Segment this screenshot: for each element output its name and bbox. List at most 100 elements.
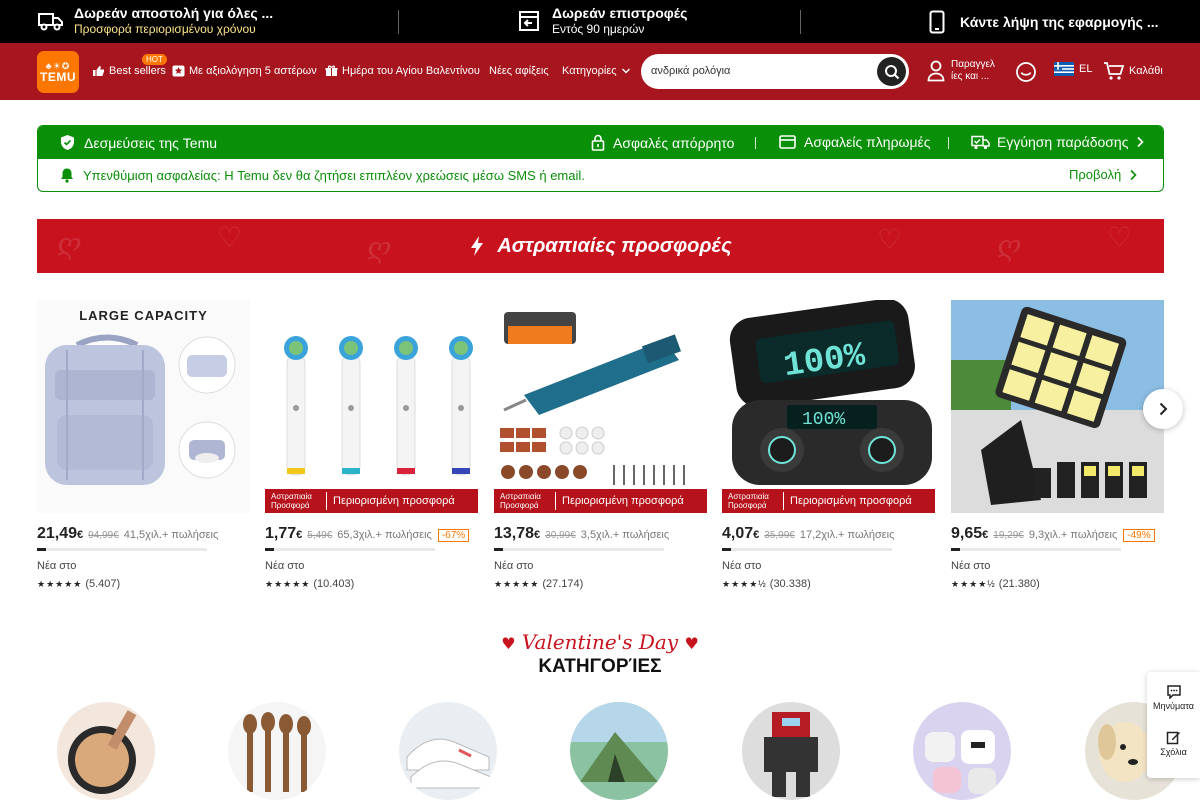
- rating: ★★★★½ (30.338): [722, 578, 935, 590]
- price: 21,49€: [37, 525, 83, 543]
- support-icon[interactable]: [1015, 61, 1037, 83]
- price: 4,07€: [722, 525, 759, 543]
- old-price: 19,29€: [993, 530, 1024, 541]
- price: 9,65€: [951, 525, 988, 543]
- new-in-label: Νέα στο: [494, 560, 534, 572]
- robot-toy-image: [764, 712, 818, 797]
- secure-payments[interactable]: Ασφαλείς πληρωμές: [779, 134, 931, 150]
- currency: €: [753, 529, 760, 541]
- old-price: 94,99€: [88, 530, 119, 541]
- flash-deals-banner[interactable]: ღ ♡ ღ ♡ ღ ♡ Αστραπιαίες προσφορές: [37, 219, 1164, 273]
- category-item-toys[interactable]: [742, 702, 840, 800]
- nav-categories[interactable]: Κατηγορίες: [562, 65, 635, 77]
- category-item-electronics[interactable]: [913, 702, 1011, 800]
- delivery-check-icon: [971, 135, 990, 149]
- price-row: 4,07€ 35,99€ 17,2χιλ.+ πωλήσεις: [722, 525, 935, 543]
- progress-fill: [265, 548, 274, 551]
- new-in-label: Νέα στο: [265, 560, 305, 572]
- search-input[interactable]: [651, 62, 871, 80]
- promo-divider: [398, 10, 399, 34]
- trust-banner: Δεσμεύσεις της Temu Ασφαλές απόρρητο Ασφ…: [37, 125, 1164, 192]
- product-card[interactable]: Αστραπιαία Προσφορά Περιορισμένη προσφορ…: [265, 300, 478, 590]
- trust-separator: [948, 137, 949, 149]
- price: 1,77€: [265, 525, 302, 543]
- tent-image: [570, 702, 668, 782]
- sold-count: 17,2χιλ.+ πωλήσεις: [799, 529, 895, 541]
- flash-deals-title: Αστραπιαίες προσφορές: [37, 219, 1164, 273]
- stars-icon: ★★★★½: [722, 578, 767, 589]
- product-image[interactable]: Αστραπιαία Προσφορά Περιορισμένη προσφορ…: [265, 300, 478, 513]
- product-image[interactable]: [951, 300, 1164, 513]
- product-card[interactable]: LARGE CAPACITY 21,49€ 94,99€ 41,5χιλ.+ π…: [37, 300, 250, 590]
- language-selector[interactable]: EL: [1054, 62, 1092, 76]
- orders-account[interactable]: Παραγγελ ίες και ...: [927, 59, 1001, 83]
- star-badge-icon: [172, 65, 185, 77]
- categories-title: ΚΑΤΗΓΟΡΊΕΣ: [538, 656, 662, 677]
- delivery-guarantee[interactable]: Εγγύηση παράδοσης: [971, 134, 1145, 150]
- progress-fill: [37, 548, 46, 551]
- progress-fill: [951, 548, 960, 551]
- nav-five-star[interactable]: Με αξιολόγηση 5 αστέρων: [172, 65, 317, 77]
- sold-count: 3,5χιλ.+ πωλήσεις: [580, 529, 670, 541]
- chevron-right-icon: [1159, 402, 1168, 416]
- category-item-cosmetics[interactable]: [57, 702, 155, 800]
- product-image[interactable]: 100% 100% Αστραπιαία Προσφορά Περιορισμέ…: [722, 300, 935, 513]
- nav-valentines[interactable]: Ημέρα του Αγίου Βαλεντίνου: [325, 65, 480, 77]
- search-button[interactable]: [877, 57, 906, 86]
- free-returns-promo[interactable]: Δωρεάν επιστροφές Εντός 90 ημερών: [516, 5, 687, 37]
- review-count: (30.338): [769, 578, 811, 590]
- secure-privacy[interactable]: Ασφαλές απόρρητο: [591, 134, 734, 151]
- nav-label: Νέες αφίξεις: [489, 65, 549, 77]
- temu-logo[interactable]: ♣☀✪ TEMU: [37, 51, 79, 93]
- heart-icon: ♥: [501, 634, 516, 653]
- review-count: (27.174): [542, 578, 584, 590]
- messages-button[interactable]: Μηνύματα: [1147, 684, 1200, 711]
- nav-new-arrivals[interactable]: Νέες αφίξεις: [489, 65, 549, 77]
- chat-icon: [1166, 685, 1181, 700]
- price-value: 13,78: [494, 525, 535, 542]
- carousel-next-button[interactable]: [1143, 389, 1183, 429]
- price-row: 21,49€ 94,99€ 41,5χιλ.+ πωλήσεις: [37, 525, 250, 543]
- sales-progress-bar: [494, 548, 664, 551]
- feedback-button[interactable]: Σχόλια: [1147, 730, 1200, 757]
- new-in-label: Νέα στο: [951, 560, 991, 572]
- free-shipping-promo[interactable]: Δωρεάν αποστολή για όλες ... Προσφορά πε…: [38, 5, 273, 37]
- security-reminder-text: Υπενθύμιση ασφαλείας: Η Temu δεν θα ζητή…: [83, 167, 585, 183]
- valentines-script-title: ♥ Valentine's Day ♥: [490, 630, 710, 656]
- side-panel: Μηνύματα Σχόλια: [1147, 672, 1200, 778]
- temu-commitments[interactable]: Δεσμεύσεις της Temu: [60, 134, 217, 151]
- sold-count: 9,3χιλ.+ πωλήσεις: [1028, 529, 1118, 541]
- flash-tag-label: Αστραπιαία Προσφορά: [722, 492, 784, 510]
- nav-label: Με αξιολόγηση 5 αστέρων: [189, 65, 317, 77]
- discount-badge: -49%: [1123, 529, 1155, 542]
- main-header: ♣☀✪ TEMU HOT Best sellers Με αξιολόγηση …: [0, 43, 1200, 100]
- view-reminder-button[interactable]: Προβολή: [1069, 167, 1138, 182]
- greece-flag-icon: [1054, 62, 1074, 76]
- backpack-illustration: [45, 334, 236, 485]
- review-count: (10.403): [313, 578, 355, 590]
- product-card[interactable]: 100% 100% Αστραπιαία Προσφορά Περιορισμέ…: [722, 300, 935, 590]
- wooden-spoons-image: [243, 712, 311, 792]
- cart-icon: [1104, 62, 1125, 80]
- old-price: 5,49€: [307, 530, 333, 541]
- review-count: (21.380): [998, 578, 1040, 590]
- logo-icons: ♣☀✪: [45, 60, 71, 71]
- price-value: 4,07: [722, 525, 754, 542]
- nav-best-sellers[interactable]: Best sellers: [92, 65, 166, 77]
- product-image[interactable]: LARGE CAPACITY: [37, 300, 250, 513]
- product-card[interactable]: Αστραπιαία Προσφορά Περιορισμένη προσφορ…: [494, 300, 707, 590]
- lightning-icon: [471, 236, 484, 256]
- app-download-promo[interactable]: Κάντε λήψη της εφαρμογής ...: [924, 9, 1158, 35]
- category-item-shoes[interactable]: [399, 702, 497, 800]
- bell-icon: [61, 168, 73, 183]
- progress-fill: [722, 548, 731, 551]
- product-card[interactable]: 9,65€ 19,29€ 9,3χιλ.+ πωλήσεις -49% Νέα …: [951, 300, 1164, 590]
- product-image[interactable]: Αστραπιαία Προσφορά Περιορισμένη προσφορ…: [494, 300, 707, 513]
- valentines-categories-heading: ♥ Valentine's Day ♥ ΚΑΤΗΓΟΡΊΕΣ: [490, 630, 710, 680]
- sold-count: 41,5χιλ.+ πωλήσεις: [123, 529, 219, 541]
- lock-icon: [591, 134, 605, 151]
- price-value: 21,49: [37, 525, 78, 542]
- category-item-kitchen-utensils[interactable]: [228, 702, 326, 800]
- category-item-camping[interactable]: [570, 702, 668, 800]
- cart-button[interactable]: Καλάθι: [1103, 61, 1163, 81]
